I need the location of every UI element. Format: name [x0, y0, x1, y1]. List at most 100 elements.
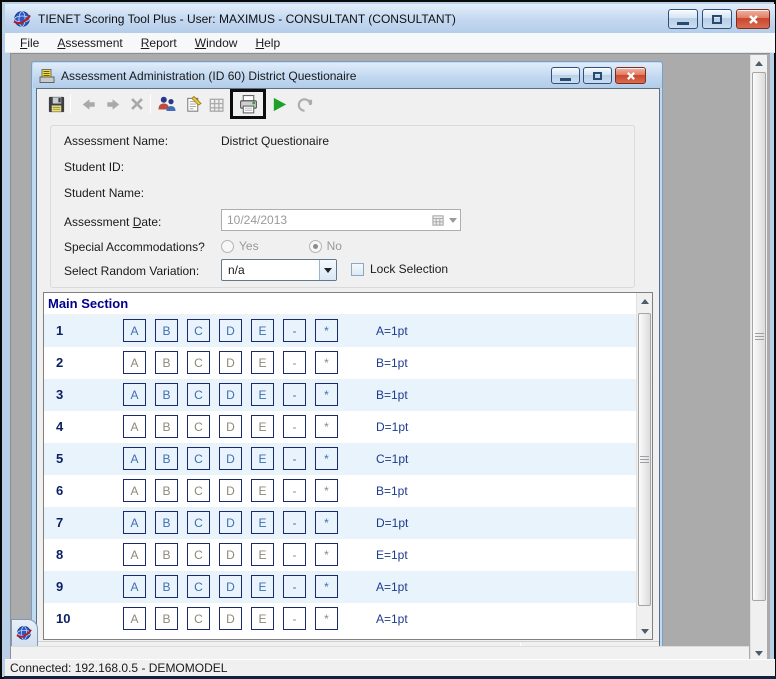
choice-button-dash[interactable]: -: [283, 575, 306, 598]
child-close-button[interactable]: [615, 67, 646, 84]
choice-button-D[interactable]: D: [219, 511, 242, 534]
choice-button-B[interactable]: B: [155, 319, 178, 342]
choice-button-A[interactable]: A: [123, 479, 146, 502]
choice-button-C[interactable]: C: [187, 415, 210, 438]
maximize-button[interactable]: [702, 9, 732, 29]
print-icon[interactable]: [237, 93, 259, 115]
choice-button-E[interactable]: E: [251, 383, 274, 406]
choice-button-B[interactable]: B: [155, 383, 178, 406]
choice-button-E[interactable]: E: [251, 479, 274, 502]
minimize-button[interactable]: [668, 9, 698, 29]
scroll-up-icon[interactable]: [751, 55, 767, 71]
close-button[interactable]: [736, 9, 770, 29]
choice-button-E[interactable]: E: [251, 447, 274, 470]
choice-button-C[interactable]: C: [187, 383, 210, 406]
save-icon[interactable]: [45, 93, 67, 115]
choice-button-A[interactable]: A: [123, 351, 146, 374]
delete-icon[interactable]: [126, 93, 148, 115]
run-icon[interactable]: [268, 93, 290, 115]
menu-file[interactable]: File: [11, 34, 48, 52]
choice-button-C[interactable]: C: [187, 575, 210, 598]
mdi-vertical-scrollbar[interactable]: [750, 55, 767, 661]
choice-button-E[interactable]: E: [251, 319, 274, 342]
choice-button-dash[interactable]: -: [283, 383, 306, 406]
choice-button-D[interactable]: D: [219, 415, 242, 438]
choice-button-C[interactable]: C: [187, 447, 210, 470]
choice-button-E[interactable]: E: [251, 415, 274, 438]
choice-button-dash[interactable]: -: [283, 351, 306, 374]
choice-button-B[interactable]: B: [155, 415, 178, 438]
choice-button-C[interactable]: C: [187, 479, 210, 502]
choice-button-dash[interactable]: -: [283, 447, 306, 470]
choice-button-A[interactable]: A: [123, 319, 146, 342]
back-icon[interactable]: [77, 93, 99, 115]
choice-button-star[interactable]: *: [315, 319, 338, 342]
choice-button-dash[interactable]: -: [283, 415, 306, 438]
calendar-picker-icon[interactable]: [427, 212, 457, 228]
choice-button-D[interactable]: D: [219, 383, 242, 406]
forward-icon[interactable]: [102, 93, 124, 115]
choice-button-dash[interactable]: -: [283, 543, 306, 566]
child-maximize-button[interactable]: [583, 67, 612, 84]
radio-no[interactable]: [309, 240, 322, 253]
menu-window[interactable]: Window: [186, 34, 247, 52]
mdi-scrollbar-thumb[interactable]: [752, 72, 766, 601]
choice-button-C[interactable]: C: [187, 319, 210, 342]
choice-button-star[interactable]: *: [315, 607, 338, 630]
choice-button-D[interactable]: D: [219, 351, 242, 374]
choice-button-star[interactable]: *: [315, 511, 338, 534]
choice-button-B[interactable]: B: [155, 447, 178, 470]
choice-button-dash[interactable]: -: [283, 511, 306, 534]
list-scrollbar-thumb[interactable]: [638, 313, 651, 606]
choice-button-B[interactable]: B: [155, 575, 178, 598]
choice-button-B[interactable]: B: [155, 511, 178, 534]
menu-assessment[interactable]: Assessment: [48, 34, 131, 52]
choice-button-C[interactable]: C: [187, 543, 210, 566]
menu-report[interactable]: Report: [132, 34, 186, 52]
combo-drop-button[interactable]: [319, 260, 336, 280]
choice-button-B[interactable]: B: [155, 607, 178, 630]
choice-button-D[interactable]: D: [219, 319, 242, 342]
choice-button-star[interactable]: *: [315, 383, 338, 406]
students-icon[interactable]: [156, 93, 178, 115]
choice-button-A[interactable]: A: [123, 447, 146, 470]
choice-button-B[interactable]: B: [155, 479, 178, 502]
choice-button-star[interactable]: *: [315, 415, 338, 438]
choice-button-star[interactable]: *: [315, 575, 338, 598]
choice-button-E[interactable]: E: [251, 543, 274, 566]
choice-button-star[interactable]: *: [315, 479, 338, 502]
choice-button-E[interactable]: E: [251, 575, 274, 598]
choice-button-A[interactable]: A: [123, 543, 146, 566]
choice-button-D[interactable]: D: [219, 607, 242, 630]
choice-button-E[interactable]: E: [251, 511, 274, 534]
choice-button-D[interactable]: D: [219, 543, 242, 566]
choice-button-star[interactable]: *: [315, 447, 338, 470]
choice-button-C[interactable]: C: [187, 351, 210, 374]
choice-button-star[interactable]: *: [315, 543, 338, 566]
choice-button-A[interactable]: A: [123, 575, 146, 598]
properties-icon[interactable]: [182, 93, 204, 115]
choice-button-star[interactable]: *: [315, 351, 338, 374]
choice-button-D[interactable]: D: [219, 479, 242, 502]
scroll-down-icon[interactable]: [637, 623, 652, 639]
menu-help[interactable]: Help: [246, 34, 289, 52]
list-scrollbar[interactable]: [636, 293, 652, 639]
choice-button-A[interactable]: A: [123, 607, 146, 630]
random-variation-dropdown[interactable]: n/a: [221, 259, 337, 281]
choice-button-dash[interactable]: -: [283, 319, 306, 342]
choice-button-A[interactable]: A: [123, 511, 146, 534]
choice-button-D[interactable]: D: [219, 447, 242, 470]
grid-icon[interactable]: [205, 93, 227, 115]
choice-button-C[interactable]: C: [187, 511, 210, 534]
choice-button-A[interactable]: A: [123, 383, 146, 406]
choice-button-B[interactable]: B: [155, 543, 178, 566]
choice-button-dash[interactable]: -: [283, 607, 306, 630]
choice-button-dash[interactable]: -: [283, 479, 306, 502]
choice-button-D[interactable]: D: [219, 575, 242, 598]
choice-button-C[interactable]: C: [187, 607, 210, 630]
child-minimize-button[interactable]: [551, 67, 580, 84]
choice-button-A[interactable]: A: [123, 415, 146, 438]
choice-button-E[interactable]: E: [251, 351, 274, 374]
lock-selection-checkbox[interactable]: [351, 263, 364, 276]
choice-button-B[interactable]: B: [155, 351, 178, 374]
